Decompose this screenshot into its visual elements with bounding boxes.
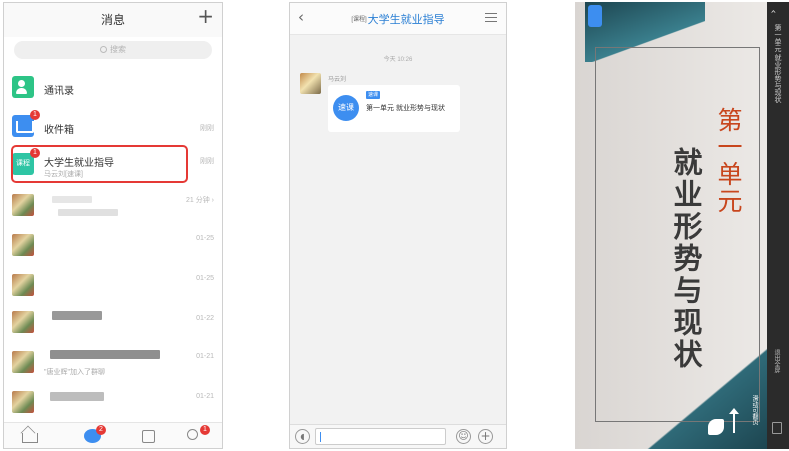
card-text: 第一单元 就业形势与现状 — [366, 105, 445, 112]
inbox-row[interactable]: 1 收件箱 刚刚 — [4, 106, 222, 146]
chat-time: 01-21 — [196, 393, 214, 400]
avatar — [12, 234, 34, 256]
avatar — [12, 351, 34, 373]
blurred-name — [50, 350, 160, 359]
card-tag: 速课 — [366, 91, 381, 99]
back-icon[interactable]: ‹ — [768, 10, 779, 14]
chat-row[interactable]: 21 分钟 › — [4, 185, 222, 225]
unit-title: 第一单元 — [714, 107, 743, 215]
header: ‹ [课程]大学生就业指导 — [290, 3, 506, 35]
tab-bar: 2 1 — [4, 422, 222, 448]
avatar — [12, 391, 34, 413]
menu-icon[interactable] — [485, 13, 497, 22]
message-timestamp: 今天 10:26 — [383, 57, 413, 63]
chat-time: 01-25 — [196, 275, 214, 282]
avatar[interactable] — [300, 73, 321, 94]
profile-badge: 1 — [200, 425, 210, 435]
exit-fullscreen-link[interactable]: 退出全屏 — [772, 349, 781, 373]
chat-time: 21 分钟 › — [185, 197, 214, 204]
course-highlight-box — [11, 145, 188, 183]
quick-lesson-icon: 速课 — [333, 95, 359, 121]
messages-screen: 消息 + 搜索 通讯录 1 收件箱 刚刚 课程 1 大学生就业指导 马云刘[速课… — [3, 2, 223, 449]
sender-name: 马云刘 — [328, 77, 347, 83]
slide-canvas[interactable]: 第一单元 就业形势与现状 滑动可翻页 — [575, 2, 767, 449]
blurred-name — [52, 311, 102, 320]
chat-time: 01-21 — [196, 353, 214, 360]
chat-time: 01-22 — [196, 315, 214, 322]
header: 消息 + — [4, 3, 222, 37]
contacts-label: 通讯录 — [44, 86, 74, 97]
plus-icon[interactable]: + — [197, 6, 214, 26]
arrow-up-icon — [729, 408, 739, 433]
emoji-icon[interactable]: ☺ — [456, 429, 471, 444]
slide-title: 就业形势与现状 — [669, 147, 703, 371]
chat-row[interactable]: "唐业辉"加入了群聊 01-21 — [4, 343, 222, 383]
slide-screen: 第一单元 就业形势与现状 滑动可翻页 ‹ 第一单元 就业形势与现状 退出全屏 — [575, 2, 789, 449]
blurred-preview — [58, 209, 118, 216]
messages-badge: 2 — [96, 425, 106, 435]
add-icon[interactable]: + — [478, 429, 493, 444]
inbox-label: 收件箱 — [44, 125, 74, 136]
course-message-card[interactable]: 速课 速课 第一单元 就业形势与现状 — [328, 85, 460, 132]
compose-icon[interactable] — [142, 430, 155, 443]
swipe-hint: 滑动可翻页 — [751, 395, 757, 425]
inbox-badge: 1 — [30, 110, 40, 120]
hand-icon — [708, 419, 724, 435]
page-title: [课程]大学生就业指导 — [290, 11, 506, 27]
profile-icon[interactable] — [187, 429, 198, 440]
course-name: 大学生就业指导 — [367, 14, 445, 26]
chat-time: 01-25 — [196, 235, 214, 242]
course-tag: [课程] — [351, 17, 367, 23]
page-indicator — [588, 5, 602, 27]
message-input[interactable] — [315, 428, 446, 445]
avatar — [12, 194, 34, 216]
course-time: 刚刚 — [200, 158, 214, 165]
page-title: 消息 — [100, 13, 125, 27]
contacts-row[interactable]: 通讯录 — [4, 67, 222, 107]
avatar — [12, 274, 34, 296]
home-icon[interactable] — [22, 433, 38, 443]
search-input[interactable]: 搜索 — [14, 41, 212, 59]
input-bar: ◖ ☺ + — [290, 424, 506, 448]
document-icon[interactable] — [772, 422, 782, 434]
search-icon — [100, 46, 107, 53]
search-placeholder: 搜索 — [110, 45, 126, 54]
chat-row[interactable]: 01-25 — [4, 265, 222, 305]
chat-row[interactable]: 01-21 — [4, 383, 222, 423]
side-toolbar: ‹ 第一单元 就业形势与现状 退出全屏 — [767, 2, 789, 449]
voice-icon[interactable]: ◖ — [295, 429, 310, 444]
chat-row[interactable]: 01-22 — [4, 303, 222, 343]
contacts-icon — [12, 76, 34, 98]
side-title: 第一单元 就业形势与现状 — [774, 24, 781, 103]
chat-row[interactable]: 01-25 — [4, 225, 222, 265]
chat-screen: ‹ [课程]大学生就业指导 今天 10:26 马云刘 速课 速课 第一单元 就业… — [289, 2, 507, 449]
chat-preview: "唐业辉"加入了群聊 — [44, 369, 105, 376]
inbox-time: 刚刚 — [200, 125, 214, 132]
avatar — [12, 311, 34, 333]
blurred-name — [50, 392, 104, 401]
blurred-name — [52, 196, 92, 203]
